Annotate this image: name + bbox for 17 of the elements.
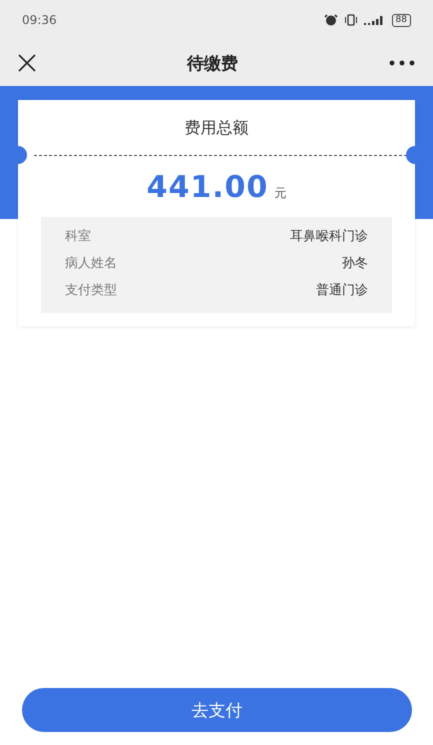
pay-button[interactable]: 去支付 bbox=[22, 688, 412, 732]
detail-label: 科室 bbox=[65, 228, 91, 246]
total-label: 费用总额 bbox=[184, 117, 250, 139]
more-icon[interactable] bbox=[389, 60, 415, 66]
vibrate-icon bbox=[344, 14, 358, 26]
detail-value: 耳鼻喉科门诊 bbox=[290, 228, 368, 246]
close-icon[interactable] bbox=[18, 54, 36, 72]
page-title: 待缴费 bbox=[187, 52, 238, 74]
status-time: 09:36 bbox=[22, 13, 57, 27]
detail-value: 孙冬 bbox=[342, 255, 368, 273]
amount-unit: 元 bbox=[274, 185, 286, 202]
amount-value: 441.00 bbox=[146, 170, 268, 205]
alarm-clock-icon bbox=[324, 14, 338, 26]
detail-label: 病人姓名 bbox=[65, 255, 117, 273]
detail-label: 支付类型 bbox=[65, 282, 117, 300]
detail-value: 普通门诊 bbox=[316, 282, 368, 300]
battery-indicator: 88 bbox=[392, 14, 411, 26]
